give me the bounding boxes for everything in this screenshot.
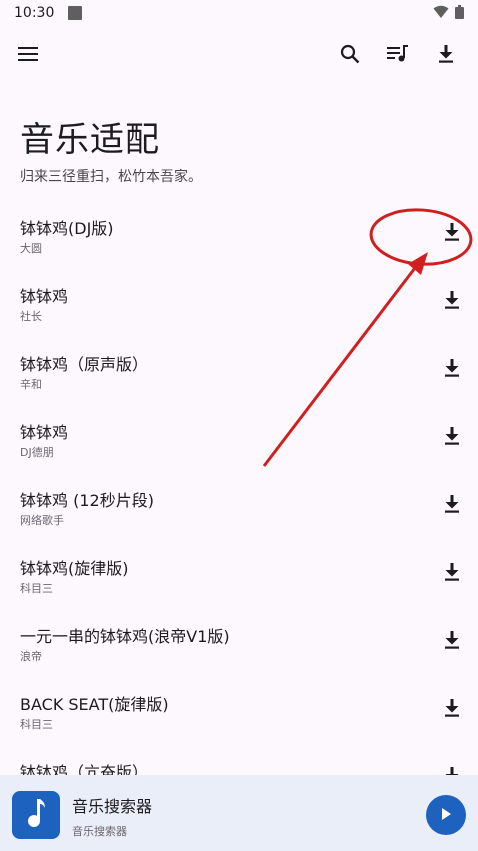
status-bar: 10:30 [0,0,478,26]
page-title: 音乐适配 [20,120,160,160]
play-button[interactable] [426,795,466,835]
battery-icon [455,4,464,23]
song-artist: 科目三 [20,718,53,731]
song-row[interactable]: 钵钵鸡 DJ德朋 [0,402,478,470]
status-indicators [433,4,464,23]
download-icon [444,495,460,517]
search-icon [340,44,360,68]
app-bar [0,32,478,80]
song-row[interactable]: 钵钵鸡(旋律版) 科目三 [0,538,478,606]
song-list: 钵钵鸡(DJ版) 大圆 钵钵鸡 社长 钵钵鸡（原声版） 辛和 钵钵鸡 DJ德朋 … [0,198,478,810]
download-icon [444,631,460,653]
download-icon [444,427,460,449]
song-row[interactable]: 钵钵鸡 (12秒片段) 网络歌手 [0,470,478,538]
download-button[interactable] [436,286,468,318]
song-title: 钵钵鸡(旋律版) [20,559,129,578]
song-row[interactable]: BACK SEAT(旋律版) 科目三 [0,674,478,742]
song-title: BACK SEAT(旋律版) [20,695,169,714]
song-artist: DJ德朋 [20,446,54,459]
download-icon [444,563,460,585]
download-icon [444,223,460,245]
download-button[interactable] [436,218,468,250]
song-row[interactable]: 一元一串的钵钵鸡(浪帝V1版) 浪帝 [0,606,478,674]
song-row[interactable]: 钵钵鸡 社长 [0,266,478,334]
player-subtitle: 音乐搜索器 [72,825,127,838]
song-artist: 网络歌手 [20,514,64,527]
song-artist: 科目三 [20,582,53,595]
song-artist: 辛和 [20,378,42,391]
queue-button[interactable] [378,36,418,76]
download-button[interactable] [436,626,468,658]
download-button[interactable] [436,422,468,454]
notification-icon [68,6,83,20]
menu-button[interactable] [8,36,48,76]
download-icon [444,699,460,721]
download-button[interactable] [436,354,468,386]
mini-player[interactable]: 音乐搜索器 音乐搜索器 [0,775,478,851]
song-title: 钵钵鸡 [20,287,69,306]
page-subtitle: 归来三径重扫，松竹本吾家。 [20,169,202,185]
wifi-icon [433,4,449,23]
player-artwork [12,791,60,839]
song-title: 钵钵鸡 (12秒片段) [20,491,154,510]
song-title: 一元一串的钵钵鸡(浪帝V1版) [20,627,230,646]
download-button[interactable] [436,490,468,522]
search-button[interactable] [330,36,370,76]
status-time: 10:30 [14,5,55,21]
song-title: 钵钵鸡(DJ版) [20,219,114,238]
song-row[interactable]: 钵钵鸡(DJ版) 大圆 [0,198,478,266]
music-note-icon [24,798,48,832]
song-row[interactable]: 钵钵鸡（原声版） 辛和 [0,334,478,402]
download-all-button[interactable] [426,36,466,76]
song-artist: 浪帝 [20,650,42,663]
song-title: 钵钵鸡（原声版） [20,355,149,374]
play-icon [440,806,452,825]
song-artist: 大圆 [20,242,42,255]
download-icon [444,359,460,381]
player-title: 音乐搜索器 [72,797,153,816]
song-artist: 社长 [20,310,42,323]
menu-icon [18,46,38,66]
queue-music-icon [387,45,409,67]
download-button[interactable] [436,694,468,726]
download-icon [438,45,454,67]
download-button[interactable] [436,558,468,590]
song-title: 钵钵鸡 [20,423,69,442]
download-icon [444,291,460,313]
